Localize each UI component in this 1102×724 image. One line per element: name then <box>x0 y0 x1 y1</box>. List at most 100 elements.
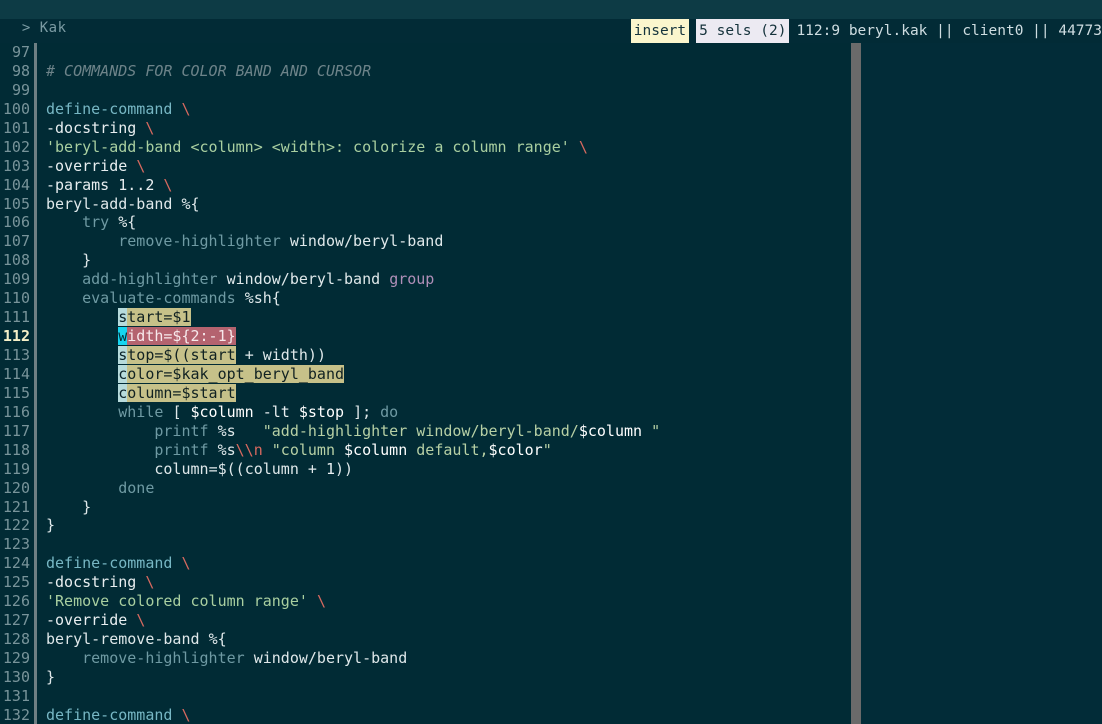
code-line[interactable]: 101 -docstring \ <box>0 119 1102 138</box>
code-line[interactable]: 113 stop=$((start + width)) <box>0 346 1102 365</box>
code-line[interactable]: 110 evaluate-commands %sh{ <box>0 289 1102 308</box>
code-line[interactable]: 102 'beryl-add-band <column> <width>: col… <box>0 138 1102 157</box>
line-content[interactable]: define-command \ <box>32 100 1102 119</box>
code-line[interactable]: 130} <box>0 668 1102 687</box>
status-selections-badge: 5 sels (2) <box>696 19 790 43</box>
line-content[interactable]: define-command \ <box>32 706 1102 724</box>
code-line[interactable]: 121 } <box>0 498 1102 517</box>
selection-primary: idth=${2:-1} <box>127 327 236 346</box>
token-variable: $column <box>578 421 643 440</box>
line-content[interactable]: column=$((column + 1)) <box>32 460 1102 479</box>
code-line[interactable]: 120 done <box>0 479 1102 498</box>
editor-area[interactable]: 97 98 # COMMANDS FOR COLOR BAND AND CURSOR… <box>0 43 1102 724</box>
code-line[interactable]: 129 remove-highlighter window/beryl-band <box>0 649 1102 668</box>
code-line[interactable]: 97 <box>0 43 1102 62</box>
token-punct: ) <box>344 459 354 478</box>
line-content[interactable]: stop=$((start + width)) <box>32 346 1102 365</box>
code-line[interactable]: 100 define-command \ <box>0 100 1102 119</box>
line-number: 111 <box>2 308 30 327</box>
code-line[interactable]: 118 printf %s\\n "column $column default… <box>0 441 1102 460</box>
token-flag: -params <box>46 175 110 194</box>
code-line[interactable]: 126 'Remove colored column range' \ <box>0 592 1102 611</box>
code-line[interactable]: 109 add-highlighter window/beryl-band gr… <box>0 270 1102 289</box>
line-content[interactable]: -docstring \ <box>32 119 1102 138</box>
line-content[interactable]: beryl-remove-band %{ <box>32 630 1102 649</box>
token-punct: + <box>244 346 254 364</box>
code-line[interactable]: 125 -docstring \ <box>0 573 1102 592</box>
line-content[interactable]: remove-highlighter window/beryl-band <box>32 232 1102 251</box>
status-bar: insert 5 sels (2) 112:9 beryl.kak || cli… <box>0 19 1102 43</box>
line-content[interactable]: } <box>32 668 1102 687</box>
token-word: remove-highlighter <box>118 232 281 251</box>
code-line[interactable]: 99 <box>0 81 1102 100</box>
code-line[interactable]: 122} <box>0 516 1102 535</box>
code-line[interactable]: 115 column=$start <box>0 383 1102 403</box>
code-line[interactable]: 112 width=${2:-1} <box>0 327 1102 346</box>
token-flag: -override <box>46 611 128 630</box>
code-line[interactable]: 116 while [ $column -lt $stop ]; do <box>0 403 1102 422</box>
token-variable: $color <box>488 440 543 459</box>
line-content[interactable]: try %{ <box>32 213 1102 232</box>
code-line[interactable]: 111 start=$1 <box>0 308 1102 327</box>
code-line[interactable]: 127 -override \ <box>0 611 1102 630</box>
token-continuation: \ <box>145 118 155 137</box>
line-content[interactable]: color=$kak_opt_beryl_band <box>32 364 1102 384</box>
line-content[interactable]: printf %s\\n "column $column default,$co… <box>32 441 1102 460</box>
line-content[interactable]: # COMMANDS FOR COLOR BAND AND CURSOR <box>32 62 1102 81</box>
token-continuation: \ <box>181 554 191 573</box>
line-content[interactable] <box>32 43 1102 62</box>
code-line[interactable]: 123 <box>0 535 1102 554</box>
line-content[interactable]: done <box>32 479 1102 498</box>
code-line[interactable]: 106 try %{ <box>0 213 1102 232</box>
code-lines[interactable]: 97 98 # COMMANDS FOR COLOR BAND AND CURSOR… <box>0 43 1102 724</box>
line-number: 112 <box>2 327 30 346</box>
line-content[interactable]: -params 1..2 \ <box>32 176 1102 195</box>
token-flag: -docstring <box>46 118 137 137</box>
line-content[interactable]: start=$1 <box>32 308 1102 327</box>
line-number: 116 <box>2 402 30 421</box>
code-line[interactable]: 128 beryl-remove-band %{ <box>0 630 1102 649</box>
code-line[interactable]: 114 color=$kak_opt_beryl_band <box>0 364 1102 384</box>
line-content[interactable]: evaluate-commands %sh{ <box>32 289 1102 308</box>
code-line[interactable]: 105 beryl-add-band %{ <box>0 195 1102 214</box>
code-line[interactable]: 131 <box>0 687 1102 706</box>
line-content[interactable]: column=$start <box>32 383 1102 403</box>
token-number: 1..2 <box>118 175 155 194</box>
code-line[interactable]: 108 } <box>0 251 1102 270</box>
line-content[interactable]: -override \ <box>32 157 1102 176</box>
code-line[interactable]: 103 -override \ <box>0 157 1102 176</box>
line-content[interactable]: -docstring \ <box>32 573 1102 592</box>
token-percent: % <box>181 194 191 213</box>
line-content[interactable] <box>32 535 1102 554</box>
line-number: 107 <box>2 232 30 251</box>
code-line[interactable]: 107 remove-highlighter window/beryl-band <box>0 232 1102 251</box>
line-content[interactable]: 'beryl-add-band <column> <width>: colori… <box>32 138 1102 157</box>
token-continuation: \ <box>136 611 146 630</box>
line-content[interactable]: define-command \ <box>32 554 1102 573</box>
code-line[interactable]: 124 define-command \ <box>0 554 1102 573</box>
line-content[interactable]: width=${2:-1} <box>32 327 1102 346</box>
line-content[interactable]: -override \ <box>32 611 1102 630</box>
line-content[interactable] <box>32 81 1102 100</box>
code-line[interactable]: 132 define-command \ <box>0 706 1102 724</box>
line-content[interactable]: beryl-add-band %{ <box>32 195 1102 214</box>
token-percent: %s <box>217 421 236 440</box>
line-content[interactable]: while [ $column -lt $stop ]; do <box>32 403 1102 422</box>
line-content[interactable]: } <box>32 498 1102 517</box>
code-line[interactable]: 98 # COMMANDS FOR COLOR BAND AND CURSOR <box>0 62 1102 81</box>
code-line[interactable]: 104 -params 1..2 \ <box>0 176 1102 195</box>
code-line[interactable]: 117 printf %s "add-highlighter window/be… <box>0 422 1102 441</box>
token-variable: $column <box>344 440 408 459</box>
line-content[interactable]: remove-highlighter window/beryl-band <box>32 649 1102 668</box>
line-content[interactable]: 'Remove colored column range' \ <box>32 592 1102 611</box>
line-content[interactable]: add-highlighter window/beryl-band group <box>32 270 1102 289</box>
line-content[interactable] <box>32 687 1102 706</box>
line-content[interactable]: printf %s "add-highlighter window/beryl-… <box>32 422 1102 441</box>
token-continuation: \ <box>181 99 191 118</box>
code-line[interactable]: 119 column=$((column + 1)) <box>0 460 1102 479</box>
line-content[interactable]: } <box>32 251 1102 270</box>
token-punct: = <box>208 459 218 478</box>
line-number: 127 <box>2 611 30 630</box>
line-content[interactable]: } <box>32 516 1102 535</box>
line-number: 119 <box>2 459 30 478</box>
